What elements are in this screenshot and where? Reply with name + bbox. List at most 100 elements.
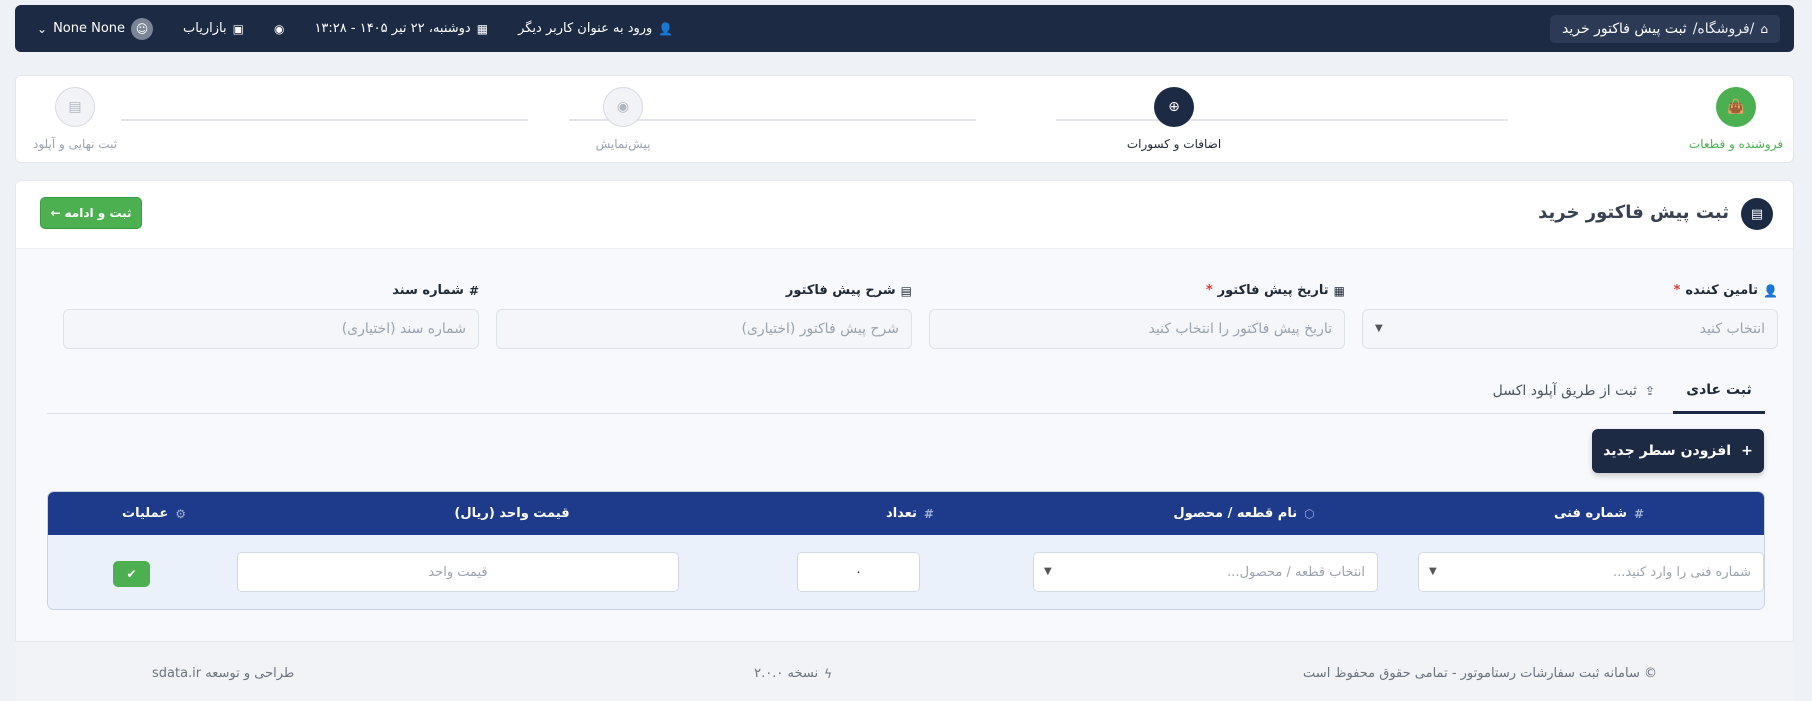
product-select[interactable]: انتخاب قطعه / محصول... ▼ (1033, 552, 1378, 592)
supplier-placeholder: انتخاب کنید (1699, 321, 1765, 337)
supplier-label: 👤 تامین کننده * (1674, 283, 1778, 298)
caret-down-icon: ▼ (1044, 566, 1052, 577)
document-icon: ▤ (1741, 198, 1773, 230)
confirm-row-button[interactable]: ✔ (113, 561, 150, 587)
role-text: بازاریاب (183, 21, 227, 36)
hash-icon: # (468, 283, 479, 298)
user-plus-icon: 👤 (658, 21, 674, 36)
col-unit-price-label: قیمت واحد (ریال) (454, 506, 570, 521)
user-icon: 👤 (1763, 283, 1778, 298)
footer: © سامانه ثبت سفارشات رستاموتور - تمامی ح… (15, 641, 1794, 701)
required-asterisk: * (1673, 283, 1681, 298)
description-input[interactable]: شرح پیش فاکتور (اختیاری) (496, 309, 912, 349)
location[interactable]: ◉ (274, 23, 284, 35)
invoice-date-placeholder: تاریخ پیش فاکتور را انتخاب کنید (1148, 321, 1332, 337)
box-icon: ⬡ (1304, 506, 1315, 521)
card-header: ▤ ثبت پیش فاکتور خرید ثبت و ادامه ← (16, 181, 1793, 249)
unit-price-placeholder: قیمت واحد (428, 564, 488, 580)
hash-icon: # (1634, 506, 1645, 521)
user-role: ▣ بازاریاب (183, 21, 244, 36)
login-as-other-user[interactable]: 👤 ورود به عنوان کاربر دیگر (518, 21, 673, 36)
calendar-icon: ▦ (476, 21, 489, 36)
tab-excel-upload[interactable]: ⇪ ثبت از طریق آپلود اکسل (1493, 369, 1655, 413)
tab-normal-label: ثبت عادی (1686, 382, 1752, 398)
quantity-input[interactable]: ۰ (797, 552, 920, 592)
supplier-label-text: تامین کننده (1685, 283, 1759, 298)
version: ϟ نسخه ۲.۰.۰ (754, 666, 832, 681)
required-asterisk: * (1205, 283, 1213, 298)
col-product-label: نام قطعه / محصول (1173, 506, 1298, 521)
version-text: نسخه ۲.۰.۰ (754, 666, 819, 681)
gear-icon: ⚙ (175, 506, 186, 521)
part-number-select[interactable]: شماره فنی را وارد کنید... ▼ (1418, 552, 1764, 592)
unit-price-input[interactable]: قیمت واحد (237, 552, 679, 592)
description-placeholder: شرح پیش فاکتور (اختیاری) (741, 321, 899, 337)
file-icon: ▤ (55, 87, 95, 127)
plus-circle-icon: ⊕ (1154, 87, 1194, 127)
add-row-label: افزودن سطر جدید (1603, 443, 1732, 459)
page-title: ثبت پیش فاکتور خرید (1538, 202, 1729, 223)
add-row-button[interactable]: + افزودن سطر جدید (1592, 429, 1764, 473)
save-continue-button[interactable]: ثبت و ادامه ← (40, 197, 142, 229)
doc-number-input[interactable]: شماره سند (اختیاری) (63, 309, 479, 349)
current-datetime: ▦ دوشنبه، ۲۲ تیر ۱۴۰۵ - ۱۳:۲۸ (314, 21, 488, 36)
save-continue-label: ثبت و ادامه (64, 206, 132, 220)
doc-number-label-text: شماره سند (392, 283, 464, 298)
invoice-date-label-text: تاریخ پیش فاکتور (1217, 283, 1329, 298)
datetime-text: دوشنبه، ۲۲ تیر ۱۴۰۵ - ۱۳:۲۸ (314, 21, 471, 36)
breadcrumb-root[interactable]: /فروشگاه/ (1693, 21, 1755, 37)
login-as-label: ورود به عنوان کاربر دیگر (518, 21, 653, 36)
breadcrumb-current: ثبت پیش فاکتور خرید (1562, 20, 1687, 37)
home-icon[interactable]: ⌂ (1760, 23, 1768, 35)
calendar-icon: ▦ (1333, 283, 1345, 298)
items-table: # شماره فنی ⬡ نام قطعه / محصول # تعداد ق… (47, 491, 1765, 610)
step-label: فروشنده و قطعات (1688, 137, 1784, 151)
col-actions: ⚙ عملیات (48, 492, 260, 535)
col-quantity-label: تعداد (886, 506, 917, 521)
doc-number-label: # شماره سند (392, 283, 479, 298)
description-label: ▤ شرح پیش فاکتور (786, 283, 912, 298)
col-actions-label: عملیات (122, 506, 169, 521)
col-quantity: # تعداد (766, 492, 1054, 535)
step-seller-parts[interactable]: 👜 فروشنده و قطعات (1656, 87, 1812, 151)
shopping-bag-icon: 👜 (1716, 87, 1756, 127)
eye-icon: ◉ (603, 87, 643, 127)
step-additions-deductions[interactable]: ⊕ اضافات و کسورات (1094, 87, 1254, 151)
location-pin-icon: ◉ (273, 21, 285, 36)
supplier-select[interactable]: انتخاب کنید ▼ (1362, 309, 1778, 349)
part-number-placeholder: شماره فنی را وارد کنید... (1612, 564, 1751, 580)
col-part-number-label: شماره فنی (1553, 506, 1627, 521)
credit[interactable]: طراحی و توسعه sdata.ir (152, 666, 294, 681)
col-part-number: # شماره فنی (1434, 492, 1764, 535)
step-label: پیش‌نمایش (595, 137, 651, 151)
col-unit-price: قیمت واحد (ریال) (258, 492, 766, 535)
caret-down-icon: ▼ (1429, 566, 1437, 577)
step-preview[interactable]: ◉ پیش‌نمایش (543, 87, 703, 151)
step-final-upload[interactable]: ▤ ثبت نهایی و آپلود (0, 87, 155, 151)
tab-normal-entry[interactable]: ثبت عادی (1673, 369, 1765, 414)
file-text-icon: ▤ (900, 283, 912, 298)
col-product: ⬡ نام قطعه / محصول (1054, 492, 1434, 535)
table-header: # شماره فنی ⬡ نام قطعه / محصول # تعداد ق… (48, 492, 1764, 535)
step-label: اضافات و کسورات (1126, 137, 1222, 151)
plus-icon: + (1741, 443, 1753, 459)
user-menu[interactable]: ☺ None None ⌄ (37, 17, 154, 40)
entry-tabs: ثبت عادی ⇪ ثبت از طریق آپلود اکسل (47, 369, 1765, 414)
user-name: None None (53, 21, 126, 36)
check-icon: ✔ (126, 567, 137, 581)
chevron-down-icon: ⌄ (37, 21, 48, 36)
invoice-date-picker[interactable]: تاریخ پیش فاکتور را انتخاب کنید (929, 309, 1345, 349)
lightning-icon: ϟ (824, 666, 832, 681)
invoice-card: ▤ ثبت پیش فاکتور خرید ثبت و ادامه ← 👤 تا… (15, 180, 1794, 641)
tab-excel-label: ثبت از طریق آپلود اکسل (1492, 383, 1637, 399)
briefcase-icon: ▣ (232, 21, 244, 36)
doc-number-placeholder: شماره سند (اختیاری) (341, 321, 466, 337)
upload-icon: ⇪ (1644, 384, 1655, 398)
product-placeholder: انتخاب قطعه / محصول... (1227, 564, 1365, 580)
wizard-stepper: 👜 فروشنده و قطعات ⊕ اضافات و کسورات ◉ پی… (15, 75, 1794, 163)
hash-icon: # (923, 506, 934, 521)
top-navbar: ⌂ /فروشگاه/ ثبت پیش فاکتور خرید 👤 ورود ب… (15, 5, 1794, 52)
breadcrumb: ⌂ /فروشگاه/ ثبت پیش فاکتور خرید (1550, 14, 1780, 43)
quantity-value: ۰ (855, 564, 862, 580)
invoice-date-label: ▦ تاریخ پیش فاکتور * (1206, 283, 1345, 298)
